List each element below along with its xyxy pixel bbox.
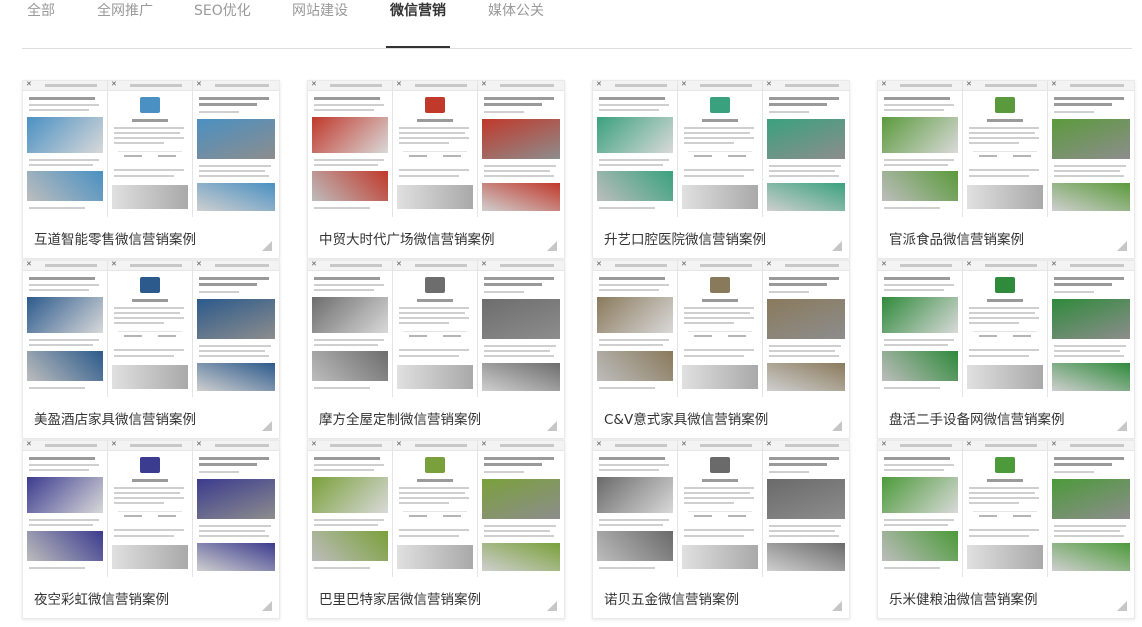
wechat-screen-1: ✕ [878, 261, 963, 397]
wechat-screen-1: ✕ [878, 441, 963, 577]
case-thumbnail: ✕ ✕ ✕ [308, 261, 564, 397]
case-title: 官派食品微信营销案例 [889, 232, 1024, 248]
wechat-screen-3: ✕ [763, 81, 849, 217]
corner-triangle-icon [547, 241, 557, 251]
wechat-screen-3: ✕ [1048, 441, 1134, 577]
case-card-6[interactable]: ✕ ✕ ✕ 摩方全屋定制微信营销案例 [307, 260, 565, 439]
case-card-5[interactable]: ✕ ✕ ✕ 美盈酒店家具微信营销案例 [22, 260, 280, 439]
case-title: 互道智能零售微信营销案例 [34, 232, 196, 248]
case-thumbnail: ✕ ✕ ✕ [23, 81, 279, 217]
wechat-screen-2: ✕ [393, 81, 478, 217]
case-title: 诺贝五金微信营销案例 [604, 592, 739, 608]
case-title: C&V意式家具微信营销案例 [604, 412, 769, 428]
wechat-screen-3: ✕ [478, 441, 564, 577]
case-thumbnail: ✕ ✕ ✕ [308, 81, 564, 217]
wechat-screen-1: ✕ [308, 441, 393, 577]
case-title: 乐米健粮油微信营销案例 [889, 592, 1038, 608]
wechat-screen-1: ✕ [308, 81, 393, 217]
case-card-10[interactable]: ✕ ✕ ✕ 巴里巴特家居微信营销案例 [307, 440, 565, 619]
corner-triangle-icon [832, 241, 842, 251]
corner-triangle-icon [262, 421, 272, 431]
tab-network-promotion[interactable]: 全网推广 [97, 0, 153, 22]
wechat-screen-2: ✕ [678, 81, 763, 217]
case-thumbnail: ✕ ✕ ✕ [593, 261, 849, 397]
case-card-3[interactable]: ✕ ✕ ✕ 升艺口腔医院微信营销案例 [592, 80, 850, 259]
wechat-screen-2: ✕ [108, 441, 193, 577]
tab-media-pr[interactable]: 媒体公关 [488, 0, 544, 22]
wechat-screen-1: ✕ [593, 441, 678, 577]
wechat-screen-1: ✕ [878, 81, 963, 217]
wechat-screen-3: ✕ [193, 81, 279, 217]
wechat-screen-1: ✕ [23, 81, 108, 217]
tab-website-building[interactable]: 网站建设 [292, 0, 348, 22]
case-thumbnail: ✕ ✕ ✕ [593, 441, 849, 577]
wechat-screen-3: ✕ [478, 261, 564, 397]
case-title: 盘活二手设备网微信营销案例 [889, 412, 1065, 428]
case-card-12[interactable]: ✕ ✕ ✕ 乐米健粮油微信营销案例 [877, 440, 1135, 619]
wechat-screen-2: ✕ [393, 261, 478, 397]
case-title: 巴里巴特家居微信营销案例 [319, 592, 481, 608]
tab-all[interactable]: 全部 [27, 0, 55, 22]
wechat-screen-3: ✕ [193, 261, 279, 397]
category-tabs: 全部 全网推广 SEO优化 网站建设 微信营销 媒体公关 [0, 0, 1142, 50]
case-title: 美盈酒店家具微信营销案例 [34, 412, 196, 428]
corner-triangle-icon [832, 421, 842, 431]
case-title: 摩方全屋定制微信营销案例 [319, 412, 481, 428]
tabs-divider [22, 48, 1132, 49]
corner-triangle-icon [547, 601, 557, 611]
corner-triangle-icon [1117, 421, 1127, 431]
corner-triangle-icon [262, 241, 272, 251]
case-card-11[interactable]: ✕ ✕ ✕ 诺贝五金微信营销案例 [592, 440, 850, 619]
wechat-screen-1: ✕ [23, 261, 108, 397]
case-thumbnail: ✕ ✕ ✕ [593, 81, 849, 217]
corner-triangle-icon [1117, 601, 1127, 611]
case-card-1[interactable]: ✕ ✕ ✕ 互道智能零售微信营销案例 [22, 80, 280, 259]
case-title: 中贸大时代广场微信营销案例 [319, 232, 495, 248]
wechat-screen-3: ✕ [193, 441, 279, 577]
wechat-screen-1: ✕ [593, 81, 678, 217]
wechat-screen-3: ✕ [1048, 81, 1134, 217]
case-thumbnail: ✕ ✕ ✕ [308, 441, 564, 577]
wechat-screen-3: ✕ [763, 441, 849, 577]
case-title: 升艺口腔医院微信营销案例 [604, 232, 766, 248]
case-card-2[interactable]: ✕ ✕ ✕ 中贸大时代广场微信营销案例 [307, 80, 565, 259]
wechat-screen-2: ✕ [963, 441, 1048, 577]
tab-seo[interactable]: SEO优化 [194, 0, 251, 22]
wechat-screen-2: ✕ [678, 441, 763, 577]
wechat-screen-2: ✕ [963, 81, 1048, 217]
wechat-screen-2: ✕ [393, 441, 478, 577]
case-card-8[interactable]: ✕ ✕ ✕ 盘活二手设备网微信营销案例 [877, 260, 1135, 439]
wechat-screen-1: ✕ [593, 261, 678, 397]
wechat-screen-2: ✕ [108, 81, 193, 217]
corner-triangle-icon [547, 421, 557, 431]
corner-triangle-icon [1117, 241, 1127, 251]
case-title: 夜空彩虹微信营销案例 [34, 592, 169, 608]
wechat-screen-3: ✕ [478, 81, 564, 217]
case-thumbnail: ✕ ✕ ✕ [878, 81, 1134, 217]
wechat-screen-2: ✕ [678, 261, 763, 397]
case-card-9[interactable]: ✕ ✕ ✕ 夜空彩虹微信营销案例 [22, 440, 280, 619]
case-thumbnail: ✕ ✕ ✕ [878, 441, 1134, 577]
tab-wechat-marketing[interactable]: 微信营销 [390, 0, 446, 22]
case-thumbnail: ✕ ✕ ✕ [23, 441, 279, 577]
wechat-screen-2: ✕ [108, 261, 193, 397]
case-card-4[interactable]: ✕ ✕ ✕ 官派食品微信营销案例 [877, 80, 1135, 259]
case-thumbnail: ✕ ✕ ✕ [23, 261, 279, 397]
case-card-7[interactable]: ✕ ✕ ✕ C&V意式家具微信营销案例 [592, 260, 850, 439]
wechat-screen-3: ✕ [1048, 261, 1134, 397]
wechat-screen-3: ✕ [763, 261, 849, 397]
wechat-screen-1: ✕ [308, 261, 393, 397]
case-thumbnail: ✕ ✕ ✕ [878, 261, 1134, 397]
wechat-screen-2: ✕ [963, 261, 1048, 397]
wechat-screen-1: ✕ [23, 441, 108, 577]
corner-triangle-icon [832, 601, 842, 611]
corner-triangle-icon [262, 601, 272, 611]
